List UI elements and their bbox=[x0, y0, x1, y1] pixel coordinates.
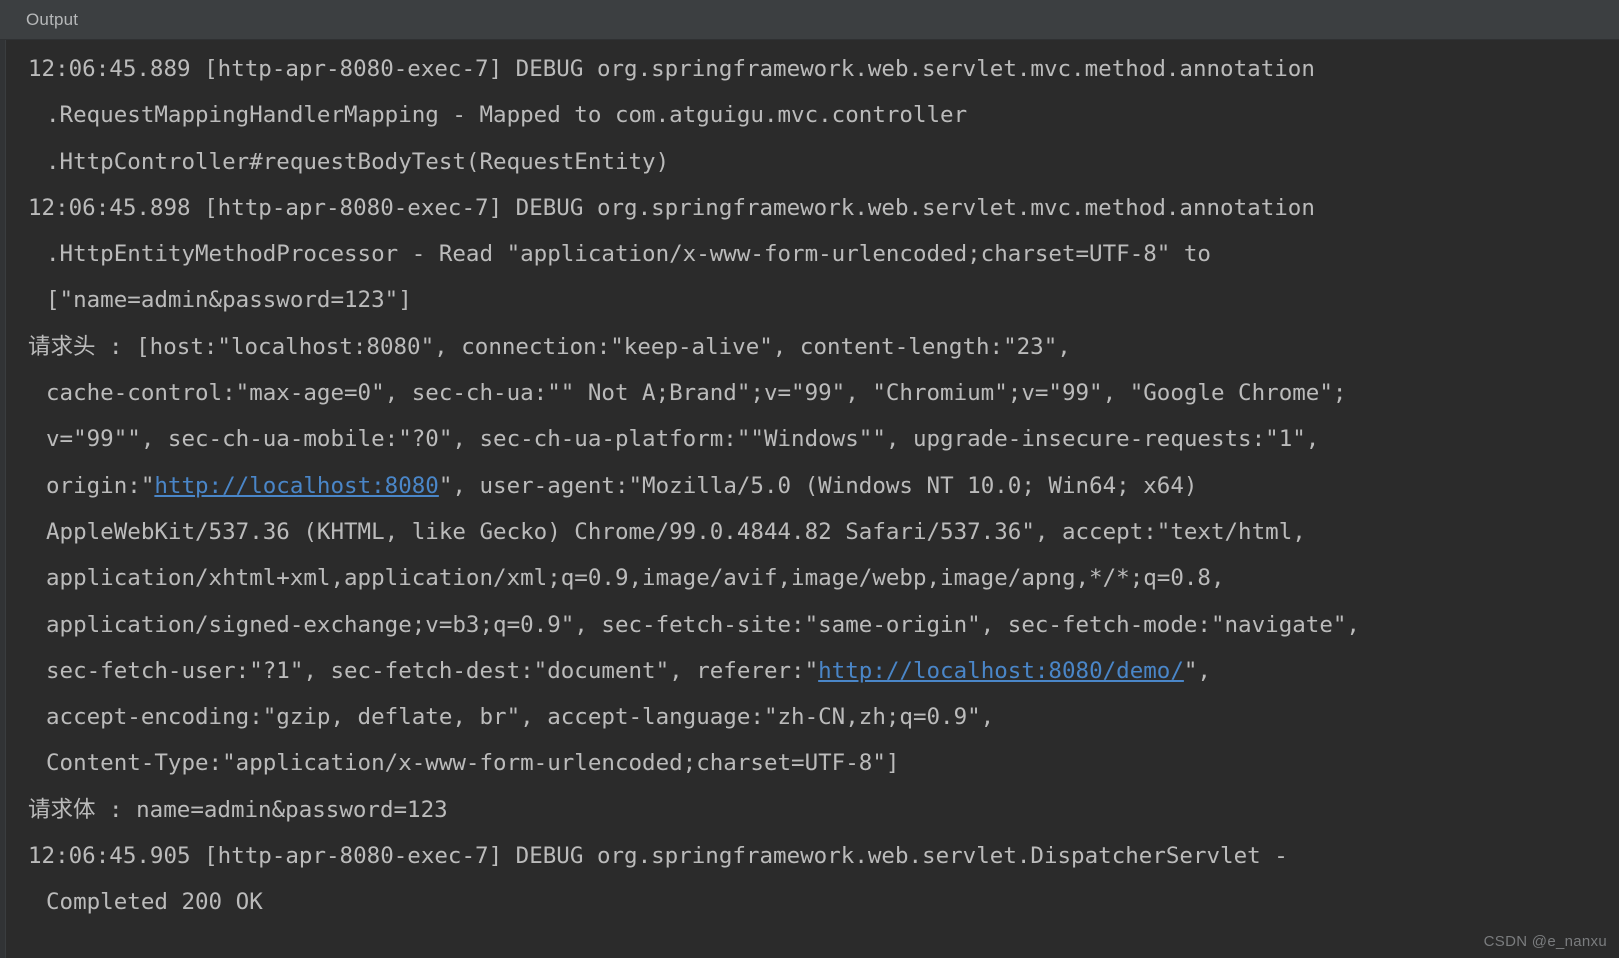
console-line: 请求体 : name=admin&password=123 bbox=[6, 787, 1619, 833]
csdn-watermark: CSDN @e_nanxu bbox=[1483, 933, 1607, 950]
console-line: .HttpEntityMethodProcessor - Read "appli… bbox=[6, 231, 1619, 277]
console-text: Content-Type:"application/x-www-form-url… bbox=[46, 750, 900, 777]
console-text: .HttpEntityMethodProcessor - Read "appli… bbox=[46, 241, 1211, 268]
console-log-area[interactable]: 12:06:45.889 [http-apr-8080-exec-7] DEBU… bbox=[6, 40, 1619, 958]
console-text: 12:06:45.889 [http-apr-8080-exec-7] DEBU… bbox=[28, 56, 1315, 82]
console-text: .HttpController#requestBodyTest(RequestE… bbox=[46, 148, 670, 175]
console-text: origin:" bbox=[46, 472, 155, 499]
console-link[interactable]: http://localhost:8080 bbox=[154, 473, 438, 499]
tab-output[interactable]: Output bbox=[0, 0, 92, 39]
console-line: .HttpController#requestBodyTest(RequestE… bbox=[6, 139, 1619, 185]
console-line: v="99"", sec-ch-ua-mobile:"?0", sec-ch-u… bbox=[6, 416, 1619, 462]
console-line: application/signed-exchange;v=b3;q=0.9",… bbox=[6, 602, 1619, 648]
console-line: 12:06:45.898 [http-apr-8080-exec-7] DEBU… bbox=[6, 185, 1619, 231]
console-line: origin:"http://localhost:8080", user-age… bbox=[6, 463, 1619, 509]
console-text: AppleWebKit/537.36 (KHTML, like Gecko) C… bbox=[46, 518, 1306, 545]
console-line: Completed 200 OK bbox=[6, 879, 1619, 925]
console-text: 12:06:45.898 [http-apr-8080-exec-7] DEBU… bbox=[28, 194, 1315, 221]
tool-window-header: Output bbox=[0, 0, 1619, 40]
console-line: sec-fetch-user:"?1", sec-fetch-dest:"doc… bbox=[6, 648, 1619, 694]
console-text: application/xhtml+xml,application/xml;q=… bbox=[46, 565, 1225, 592]
console-line: AppleWebKit/537.36 (KHTML, like Gecko) C… bbox=[6, 509, 1619, 555]
console-line: 请求头 : [host:"localhost:8080", connection… bbox=[6, 324, 1619, 370]
console-text: ["name=admin&password=123"] bbox=[46, 287, 412, 314]
console-text: sec-fetch-user:"?1", sec-fetch-dest:"doc… bbox=[46, 657, 819, 684]
console-text: v="99"", sec-ch-ua-mobile:"?0", sec-ch-u… bbox=[46, 426, 1320, 453]
console-text: 请求体 : name=admin&password=123 bbox=[28, 796, 448, 823]
console-body: 12:06:45.889 [http-apr-8080-exec-7] DEBU… bbox=[0, 40, 1619, 958]
console-line: application/xhtml+xml,application/xml;q=… bbox=[6, 555, 1619, 601]
console-line: 12:06:45.889 [http-apr-8080-exec-7] DEBU… bbox=[6, 46, 1619, 92]
output-tool-window: Output 12:06:45.889 [http-apr-8080-exec-… bbox=[0, 0, 1619, 958]
console-text: 请求头 : [host:"localhost:8080", connection… bbox=[28, 333, 1071, 360]
console-line: accept-encoding:"gzip, deflate, br", acc… bbox=[6, 694, 1619, 740]
console-text: accept-encoding:"gzip, deflate, br", acc… bbox=[46, 704, 995, 731]
console-text: .RequestMappingHandlerMapping - Mapped t… bbox=[46, 102, 968, 129]
console-line: 12:06:45.905 [http-apr-8080-exec-7] DEBU… bbox=[6, 833, 1619, 879]
console-text: 12:06:45.905 [http-apr-8080-exec-7] DEBU… bbox=[28, 843, 1288, 870]
console-link[interactable]: http://localhost:8080/demo/ bbox=[818, 658, 1184, 684]
console-line: cache-control:"max-age=0", sec-ch-ua:"" … bbox=[6, 370, 1619, 416]
console-line: .RequestMappingHandlerMapping - Mapped t… bbox=[6, 92, 1619, 138]
console-line: Content-Type:"application/x-www-form-url… bbox=[6, 740, 1619, 786]
console-text: cache-control:"max-age=0", sec-ch-ua:"" … bbox=[46, 380, 1347, 407]
console-text: ", bbox=[1183, 657, 1211, 684]
console-text: application/signed-exchange;v=b3;q=0.9",… bbox=[46, 611, 1360, 638]
console-text: Completed 200 OK bbox=[46, 889, 263, 916]
console-text: ", user-agent:"Mozilla/5.0 (Windows NT 1… bbox=[438, 472, 1198, 499]
console-line: ["name=admin&password=123"] bbox=[6, 277, 1619, 323]
